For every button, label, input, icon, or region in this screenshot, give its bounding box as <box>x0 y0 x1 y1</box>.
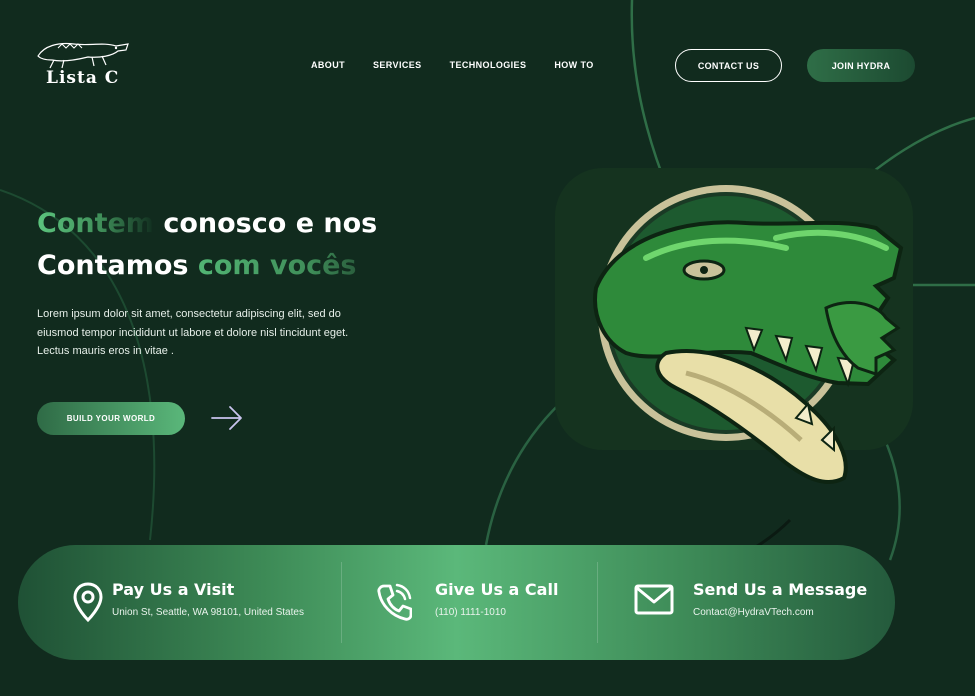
landing-page: Lista C ABOUT SERVICES TECHNOLOGIES HOW … <box>0 0 975 696</box>
nav-how-to[interactable]: HOW TO <box>554 60 593 70</box>
contact-visit: Pay Us a Visit Union St, Seattle, WA 981… <box>18 545 340 660</box>
headline-part-2: conosco e nos <box>153 208 378 239</box>
mail-icon <box>634 584 674 615</box>
brand-logo[interactable]: Lista C <box>34 38 134 94</box>
hero-description: Lorem ipsum dolor sit amet, consectetur … <box>37 308 349 357</box>
build-your-world-button[interactable]: BUILD YOUR WORLD <box>37 402 185 435</box>
call-title: Give Us a Call <box>435 580 559 599</box>
contact-message: Send Us a Message Contact@HydraVTech.com <box>598 545 895 660</box>
call-phone[interactable]: (110) 1111-1010 <box>435 607 506 618</box>
contact-us-button[interactable]: CONTACT US <box>675 49 782 82</box>
nav-services[interactable]: SERVICES <box>373 60 422 70</box>
contact-bar: Pay Us a Visit Union St, Seattle, WA 981… <box>18 545 895 660</box>
crocodile-logo-icon <box>37 42 129 69</box>
contact-call: Give Us a Call (110) 1111-1010 <box>342 545 597 660</box>
join-hydra-button[interactable]: JOIN HYDRA <box>807 49 915 82</box>
headline-part-1: Contem <box>37 208 154 239</box>
phone-icon <box>377 583 412 621</box>
hero-headline: Contem conosco e nos Contamos com vocês <box>37 203 377 287</box>
arrow-right-icon[interactable] <box>209 404 245 432</box>
main-nav: ABOUT SERVICES TECHNOLOGIES HOW TO <box>311 60 622 70</box>
visit-title: Pay Us a Visit <box>112 580 235 599</box>
nav-technologies[interactable]: TECHNOLOGIES <box>450 60 527 70</box>
map-pin-icon <box>73 582 103 623</box>
message-email[interactable]: Contact@HydraVTech.com <box>693 607 814 618</box>
headline-part-4: com vocês <box>197 250 357 281</box>
headline-part-3: Contamos <box>37 250 198 281</box>
logo-text: Lista C <box>46 68 120 88</box>
nav-about[interactable]: ABOUT <box>311 60 345 70</box>
crocodile-mascot-image <box>593 185 904 484</box>
message-title: Send Us a Message <box>693 580 868 599</box>
visit-address: Union St, Seattle, WA 98101, United Stat… <box>112 607 304 618</box>
